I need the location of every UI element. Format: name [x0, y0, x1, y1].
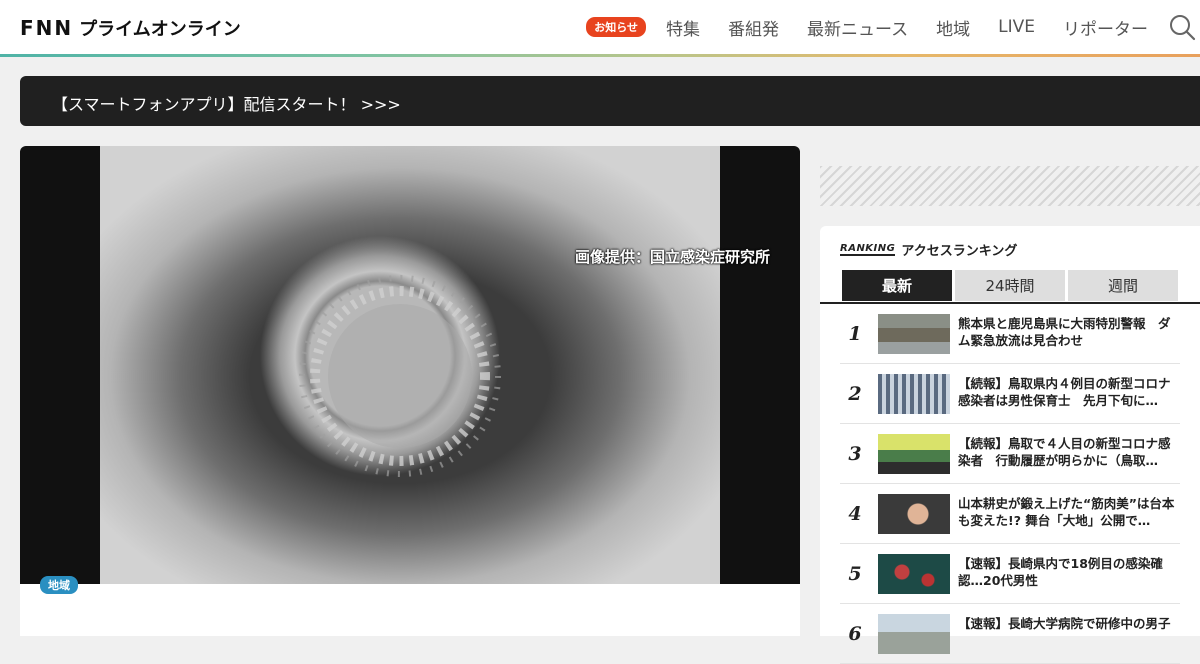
article-hero-image[interactable]: 画像提供：国立感染症研究所 [20, 146, 800, 584]
rank-number: 5 [848, 562, 862, 585]
nav-item-programs[interactable]: 番組発 [728, 15, 779, 40]
rank-thumbnail [878, 554, 950, 594]
tab-latest[interactable]: 最新 [842, 270, 952, 301]
nav-item-region[interactable]: 地域 [936, 15, 970, 40]
rank-headline: 【速報】長崎県内で18例目の感染確認…20代男性 [958, 556, 1163, 588]
ranking-item[interactable]: 3 【続報】鳥取で４人目の新型コロナ感染者 行動履歴が明らかに（鳥取… [840, 424, 1180, 484]
nav-item-reporter[interactable]: リポーター [1063, 15, 1148, 40]
nav-item-features[interactable]: 特集 [666, 15, 700, 40]
ranking-item[interactable]: 2 【続報】鳥取県内４例目の新型コロナ感染者は男性保育士 先月下旬に… [840, 364, 1180, 424]
ranking-tabs: 最新 24時間 週間 [820, 270, 1200, 304]
rank-number: 6 [848, 622, 862, 645]
logo-fnn: FNN [20, 16, 74, 40]
ranking-list: 1 熊本県と鹿児島県に大雨特別警報 ダム緊急放流は見合わせ 2 【続報】鳥取県内… [840, 304, 1180, 664]
rank-thumbnail [878, 374, 950, 414]
access-ranking-panel: RANKING アクセスランキング 最新 24時間 週間 1 熊本県と鹿児島県に… [820, 226, 1200, 664]
ranking-item[interactable]: 1 熊本県と鹿児島県に大雨特別警報 ダム緊急放流は見合わせ [840, 304, 1180, 364]
ranking-item[interactable]: 4 山本耕史が鍛え上げた“筋肉美”は台本も変えた!? 舞台「大地」公開で… [840, 484, 1180, 544]
search-icon[interactable] [1168, 13, 1196, 41]
rank-number: 3 [848, 442, 862, 465]
rank-number: 2 [848, 382, 862, 405]
ranking-item[interactable]: 6 【速報】長崎大学病院で研修中の男子 [840, 604, 1180, 664]
ranking-header: RANKING アクセスランキング [840, 240, 1017, 259]
rank-headline: 【速報】長崎大学病院で研修中の男子 [958, 616, 1171, 631]
rank-headline: 【続報】鳥取で４人目の新型コロナ感染者 行動履歴が明らかに（鳥取… [958, 436, 1171, 468]
ranking-item[interactable]: 5 【速報】長崎県内で18例目の感染確認…20代男性 [840, 544, 1180, 604]
tab-24h[interactable]: 24時間 [955, 270, 1065, 301]
ad-placeholder [820, 166, 1200, 206]
rank-thumbnail [878, 314, 950, 354]
rank-headline: 【続報】鳥取県内４例目の新型コロナ感染者は男性保育士 先月下旬に… [958, 376, 1171, 408]
banner-text: 【スマートフォンアプリ】配信スタート！ >>> [52, 95, 401, 114]
site-logo[interactable]: FNN プライムオンライン [20, 14, 241, 42]
nav-item-latest-news[interactable]: 最新ニュース [807, 15, 908, 40]
site-header: FNN プライムオンライン お知らせ 特集 番組発 最新ニュース 地域 LIVE… [0, 0, 1200, 54]
image-credit: 画像提供：国立感染症研究所 [574, 248, 770, 266]
article-card[interactable]: 画像提供：国立感染症研究所 地域 [20, 146, 800, 636]
logo-text: プライムオンライン [79, 19, 241, 40]
category-badge[interactable]: 地域 [40, 576, 78, 594]
app-promo-banner[interactable]: 【スマートフォンアプリ】配信スタート！ >>> [20, 76, 1200, 126]
rank-headline: 熊本県と鹿児島県に大雨特別警報 ダム緊急放流は見合わせ [958, 316, 1171, 348]
rank-thumbnail [878, 614, 950, 654]
ranking-title: アクセスランキング [901, 244, 1018, 259]
header-accent-line [0, 54, 1200, 57]
nav-item-live[interactable]: LIVE [998, 17, 1035, 37]
notice-badge-button[interactable]: お知らせ [586, 17, 646, 37]
rank-thumbnail [878, 494, 950, 534]
ranking-badge: RANKING [840, 243, 896, 256]
tab-weekly[interactable]: 週間 [1068, 270, 1178, 301]
rank-number: 4 [848, 502, 862, 525]
virus-micrograph-image [100, 146, 720, 584]
main-nav: お知らせ 特集 番組発 最新ニュース 地域 LIVE リポーター [586, 0, 1200, 54]
rank-number: 1 [848, 322, 862, 345]
rank-headline: 山本耕史が鍛え上げた“筋肉美”は台本も変えた!? 舞台「大地」公開で… [958, 496, 1175, 528]
rank-thumbnail [878, 434, 950, 474]
